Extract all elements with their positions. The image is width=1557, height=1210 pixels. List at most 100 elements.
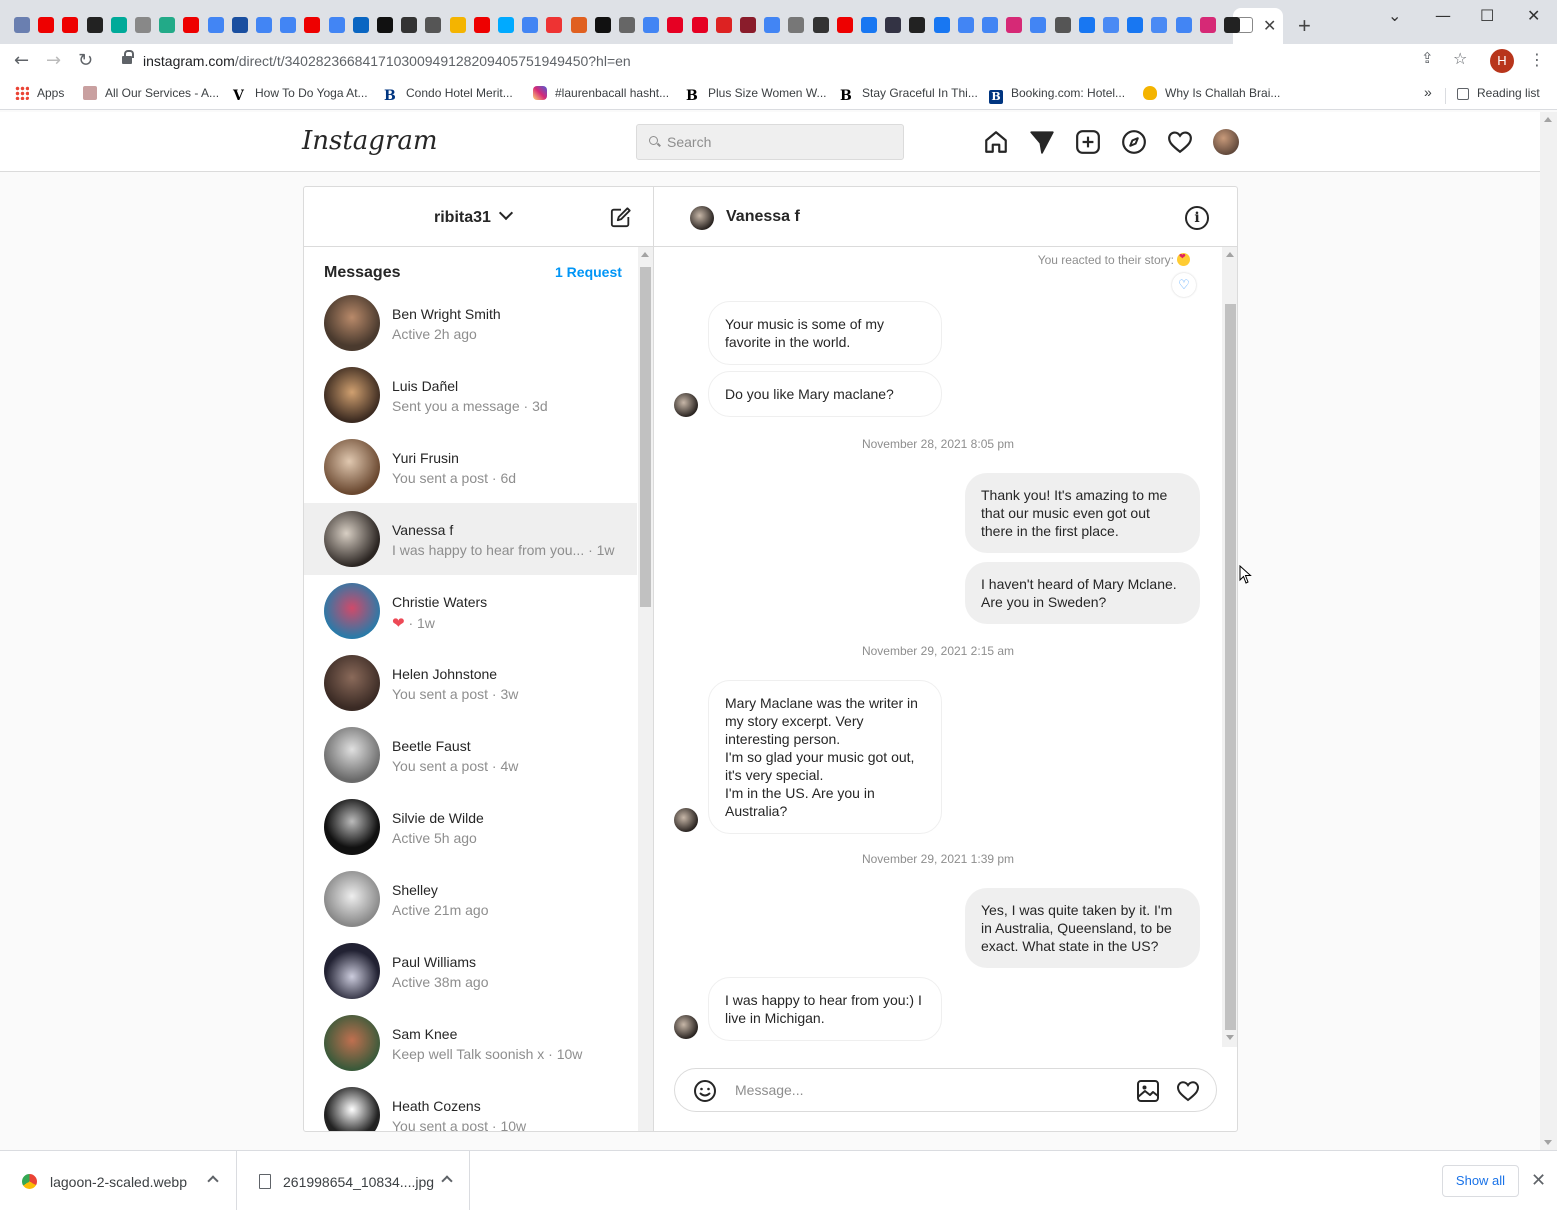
scroll-down-icon[interactable] xyxy=(1544,1140,1552,1145)
conversation-item[interactable]: Beetle Faust You sent a post · 4w xyxy=(304,719,637,791)
tab-favicon-icon[interactable] xyxy=(110,17,127,33)
tab-favicon-icon[interactable] xyxy=(1224,17,1240,33)
tab-favicon-icon[interactable] xyxy=(885,17,902,33)
info-icon[interactable]: i xyxy=(1185,206,1209,230)
reload-icon[interactable]: ↻ xyxy=(78,50,93,71)
conversation-item[interactable]: Heath Cozens You sent a post · 10w xyxy=(304,1079,637,1131)
conversation-item[interactable]: Paul Williams Active 38m ago xyxy=(304,935,637,1007)
conversation-item[interactable]: Ben Wright Smith Active 2h ago xyxy=(304,287,637,359)
tab-favicon-icon[interactable] xyxy=(740,17,756,33)
page-scrollbar[interactable] xyxy=(1540,112,1557,1150)
tab-favicon-icon[interactable] xyxy=(1175,17,1192,33)
message-composer[interactable]: Message... xyxy=(674,1068,1217,1112)
tab-favicon-icon[interactable] xyxy=(498,17,514,33)
tab-favicon-icon[interactable] xyxy=(1199,17,1216,33)
tab-favicon-icon[interactable] xyxy=(691,17,708,33)
show-all-downloads-button[interactable]: Show all xyxy=(1442,1165,1519,1197)
tab-favicon-icon[interactable] xyxy=(836,17,853,33)
incoming-message[interactable]: Do you like Mary maclane? xyxy=(708,371,942,417)
peer-name[interactable]: Vanessa f xyxy=(726,208,800,226)
tab-close-icon[interactable]: ✕ xyxy=(1263,16,1276,36)
outgoing-message[interactable]: I haven't heard of Mary Mclane. Are you … xyxy=(965,562,1200,624)
tab-favicon-icon[interactable] xyxy=(1078,17,1095,33)
scrollbar-thumb[interactable] xyxy=(1225,304,1236,1030)
tab-favicon-icon[interactable] xyxy=(183,17,200,33)
new-tab-button[interactable]: + xyxy=(1298,13,1311,39)
sender-avatar[interactable] xyxy=(674,393,698,417)
profile-avatar[interactable]: H xyxy=(1490,49,1514,73)
tab-search-icon[interactable]: ⌄ xyxy=(1388,6,1401,25)
direct-send-icon[interactable] xyxy=(1029,129,1055,155)
tab-favicon-icon[interactable] xyxy=(546,17,563,33)
back-icon[interactable]: ← xyxy=(14,50,29,71)
tab-favicon-icon[interactable] xyxy=(957,17,974,33)
incoming-message[interactable]: Your music is some of my favorite in the… xyxy=(708,301,942,365)
tab-favicon-icon[interactable] xyxy=(159,17,176,33)
tab-favicon-icon[interactable] xyxy=(715,17,732,33)
tab-favicon-icon[interactable] xyxy=(522,17,539,33)
tab-favicon-icon[interactable] xyxy=(135,17,151,33)
message-input[interactable]: Message... xyxy=(735,1082,803,1098)
scrollbar-thumb[interactable] xyxy=(640,267,651,607)
search-input[interactable]: Search xyxy=(636,124,904,160)
explore-icon[interactable] xyxy=(1121,129,1147,155)
tab-favicon-icon[interactable] xyxy=(812,17,829,33)
active-tab[interactable]: ✕ xyxy=(1233,8,1283,44)
conversation-item[interactable]: Yuri Frusin You sent a post · 6d xyxy=(304,431,637,503)
tab-favicon-icon[interactable] xyxy=(256,17,272,33)
tab-favicon-icon[interactable] xyxy=(449,17,466,33)
scroll-down-icon[interactable] xyxy=(1226,1035,1234,1040)
bookmark-item[interactable]: B Booking.com: Hotel... xyxy=(989,86,1125,104)
lock-icon[interactable] xyxy=(122,50,134,65)
tab-favicon-icon[interactable] xyxy=(619,17,635,33)
tab-favicon-icon[interactable] xyxy=(594,17,611,33)
scroll-up-icon[interactable] xyxy=(1544,117,1552,122)
tab-favicon-icon[interactable] xyxy=(1030,17,1047,33)
tab-favicon-icon[interactable] xyxy=(1103,17,1119,33)
tab-favicon-icon[interactable] xyxy=(304,17,321,33)
tab-favicon-icon[interactable] xyxy=(401,17,418,33)
home-icon[interactable] xyxy=(983,129,1009,155)
bookmark-star-icon[interactable]: ☆ xyxy=(1453,49,1467,68)
tab-favicon-icon[interactable] xyxy=(425,17,442,33)
address-bar[interactable]: instagram.com/direct/t/34028236684171030… xyxy=(110,46,1490,76)
tab-favicon-icon[interactable] xyxy=(764,17,781,33)
close-downloads-icon[interactable]: ✕ xyxy=(1531,1170,1546,1191)
new-message-icon[interactable] xyxy=(610,206,632,228)
more-bookmarks-icon[interactable]: » xyxy=(1424,84,1432,100)
tab-favicon-icon[interactable] xyxy=(352,17,369,33)
tab-favicon-icon[interactable] xyxy=(861,17,877,33)
window-close-icon[interactable]: ✕ xyxy=(1527,6,1540,25)
reaction-heart-icon[interactable]: ♡ xyxy=(1172,273,1196,297)
new-post-icon[interactable] xyxy=(1075,129,1101,155)
sender-avatar[interactable] xyxy=(674,1015,698,1039)
incoming-message[interactable]: Mary Maclane was the writer in my story … xyxy=(708,680,942,834)
scroll-up-icon[interactable] xyxy=(1226,252,1234,257)
tab-favicon-icon[interactable] xyxy=(377,17,393,33)
heart-icon[interactable] xyxy=(1176,1079,1200,1103)
chevron-up-icon[interactable] xyxy=(207,1175,219,1187)
image-upload-icon[interactable] xyxy=(1136,1079,1160,1103)
tab-favicon-icon[interactable] xyxy=(14,17,30,33)
forward-icon[interactable]: → xyxy=(46,50,61,71)
bookmark-item[interactable]: Why Is Challah Brai... xyxy=(1143,86,1280,100)
bookmark-item[interactable]: V How To Do Yoga At... xyxy=(233,86,368,103)
menu-kebab-icon[interactable]: ⋮ xyxy=(1529,50,1545,69)
tab-favicon-icon[interactable] xyxy=(982,17,998,33)
tab-favicon-icon[interactable] xyxy=(231,17,248,33)
tab-favicon-icon[interactable] xyxy=(788,17,805,33)
outgoing-message[interactable]: Yes, I was quite taken by it. I'm in Aus… xyxy=(965,888,1200,968)
tab-favicon-icon[interactable] xyxy=(1054,17,1071,33)
tab-favicon-icon[interactable] xyxy=(38,17,55,33)
bookmark-item[interactable]: #laurenbacall hasht... xyxy=(533,86,669,100)
bookmark-item[interactable]: B Plus Size Women W... xyxy=(686,86,826,103)
download-item[interactable]: 261998654_10834....jpg xyxy=(237,1151,470,1210)
activity-heart-icon[interactable] xyxy=(1167,129,1193,155)
tab-favicon-icon[interactable] xyxy=(62,17,79,33)
conversation-item[interactable]: Silvie de Wilde Active 5h ago xyxy=(304,791,637,863)
minimize-icon[interactable]: — xyxy=(1435,6,1451,25)
tab-favicon-icon[interactable] xyxy=(473,17,490,33)
scroll-up-icon[interactable] xyxy=(641,252,649,257)
tab-favicon-icon[interactable] xyxy=(207,17,224,33)
outgoing-message[interactable]: Thank you! It's amazing to me that our m… xyxy=(965,473,1200,553)
